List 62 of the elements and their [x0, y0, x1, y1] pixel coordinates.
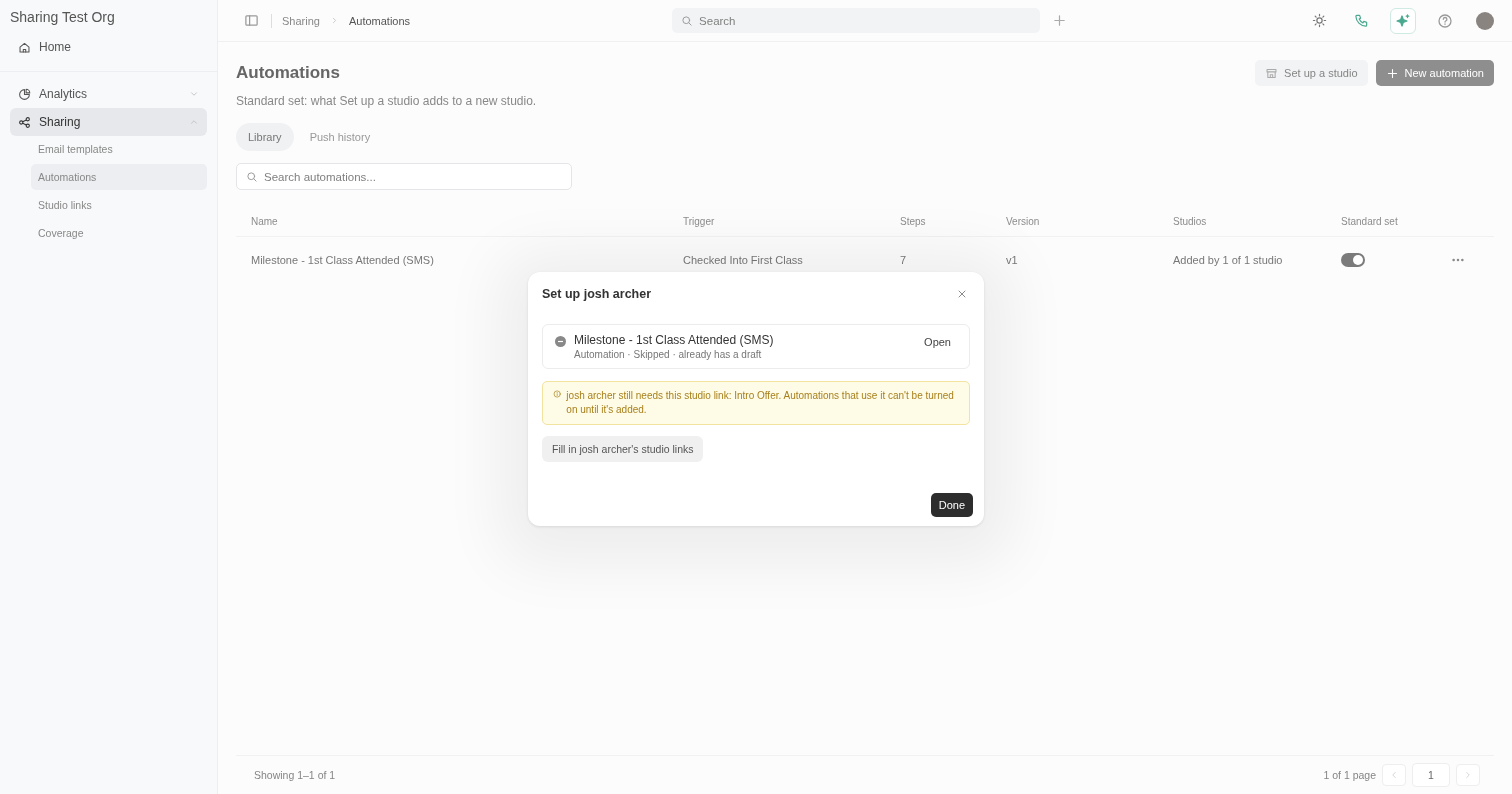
search-icon — [246, 170, 258, 183]
open-button[interactable]: Open — [918, 333, 957, 351]
skipped-status-icon — [555, 336, 566, 347]
sidebar-subitem[interactable]: Automations — [31, 164, 207, 190]
home-nav-item[interactable]: Home — [10, 33, 207, 61]
table-cell: Milestone - 1st Class Attended (SMS) — [251, 254, 434, 266]
chevron-left-icon — [1389, 770, 1399, 780]
table-cell: v1 — [1006, 254, 1018, 266]
table-cell: Added by 1 of 1 studio — [1173, 254, 1283, 266]
sidebar-subitem[interactable]: Email templates — [31, 136, 207, 162]
sun-icon — [1311, 13, 1327, 28]
phone-icon — [1353, 13, 1369, 28]
plus-icon — [1052, 13, 1068, 28]
chevron-up-icon — [189, 117, 199, 127]
page-number-field[interactable]: 1 — [1412, 763, 1450, 787]
breadcrumb-item[interactable]: Sharing — [282, 14, 320, 27]
avatar[interactable] — [1476, 11, 1494, 30]
dialog-title: Set up josh archer — [542, 287, 652, 301]
automation-name: Milestone - 1st Class Attended (SMS) — [574, 333, 774, 347]
sidebar-item[interactable]: Sharing — [10, 108, 207, 136]
tab[interactable]: Library — [236, 123, 294, 151]
automation-status: Automation · Skipped · already has a draft — [574, 349, 763, 360]
pie-chart-icon — [18, 87, 31, 101]
warning-text: josh archer still needs this studio link: Intro Offer. Automations that use it can't be turned on until it's added. — [566, 389, 955, 417]
column-header: Name — [251, 215, 278, 227]
home-icon — [18, 40, 31, 54]
search-automations-field[interactable]: Search automations... — [237, 164, 571, 189]
column-header: Version — [1006, 215, 1040, 227]
info-icon — [553, 389, 562, 399]
standard-set-toggle[interactable] — [1341, 253, 1365, 268]
chevron-down-icon — [189, 89, 199, 99]
close-icon — [956, 288, 968, 300]
search-field[interactable]: Search — [672, 8, 1041, 33]
done-button[interactable]: Done — [930, 493, 973, 517]
sidebar-subitem[interactable]: Coverage — [31, 220, 207, 246]
table-cell: Checked Into First Class — [683, 254, 803, 266]
new-automation-button[interactable]: New automation — [1375, 60, 1494, 86]
setup-studio-button[interactable]: Set up a studio — [1255, 60, 1368, 86]
storefront-icon — [1265, 66, 1279, 80]
sidebar-icon — [244, 13, 259, 28]
column-header: Studios — [1173, 215, 1207, 227]
help-icon — [1437, 12, 1453, 29]
column-header: Standard set — [1341, 215, 1398, 227]
org-name: Sharing Test Org — [10, 8, 116, 27]
search-icon — [681, 14, 694, 27]
sidebar-subitem[interactable]: Studio links — [31, 192, 207, 218]
sidebar-item[interactable]: Analytics — [10, 80, 207, 108]
share-icon — [18, 115, 31, 129]
chevron-right-icon — [1463, 770, 1473, 780]
page-title: Automations — [236, 62, 341, 83]
ai-assistant-button[interactable] — [1390, 7, 1416, 34]
fill-links-button[interactable]: Fill in josh archer's studio links — [542, 436, 704, 462]
page-subtitle: Standard set: what Set up a studio adds to a new studio. — [236, 94, 538, 108]
breadcrumb-item[interactable]: Automations — [348, 14, 411, 27]
showing-count: Showing 1–1 of 1 — [254, 769, 336, 781]
tab[interactable]: Push history — [297, 123, 383, 151]
sparkle-icon — [1395, 12, 1411, 29]
table-cell: 7 — [900, 254, 907, 266]
plus-icon — [1385, 66, 1399, 80]
page-count: 1 of 1 page — [1323, 769, 1376, 781]
column-header: Steps — [900, 215, 926, 227]
column-header: Trigger — [683, 215, 715, 227]
